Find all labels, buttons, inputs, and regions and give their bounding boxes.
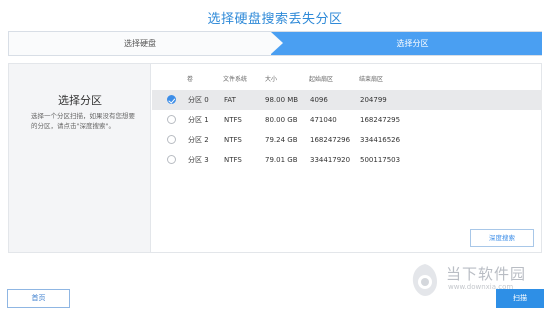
partition-name: 分区 0 xyxy=(188,96,209,104)
watermark-logo-icon xyxy=(412,264,437,296)
header-filesystem: 文件系统 xyxy=(223,76,248,83)
header-size: 大小 xyxy=(265,76,278,83)
step-bar: 选择硬盘 选择分区 xyxy=(8,31,542,56)
header-volume: 卷 xyxy=(187,76,194,83)
sidebar-description: 选择一个分区扫描，如果没有您想要的分区，请点击"深度搜索"。 xyxy=(31,112,135,130)
partition-name: 分区 1 xyxy=(188,116,209,124)
partition-start-sector: 471040 xyxy=(310,116,337,124)
partition-end-sector: 334416526 xyxy=(360,136,401,144)
header-end-sector: 结束扇区 xyxy=(359,76,384,83)
info-sidebar: 选择分区 选择一个分区扫描，如果没有您想要的分区，请点击"深度搜索"。 xyxy=(9,64,151,252)
radio-checked-icon[interactable] xyxy=(167,95,176,104)
table-row[interactable]: 分区 1 NTFS 80.00 GB 471040 168247295 xyxy=(152,110,542,130)
home-button[interactable]: 首页 xyxy=(7,289,70,308)
step-select-partition-label: 选择分区 xyxy=(396,39,429,48)
partition-filesystem: NTFS xyxy=(224,116,242,124)
radio-icon[interactable] xyxy=(167,115,176,124)
partition-filesystem: NTFS xyxy=(224,136,242,144)
radio-icon[interactable] xyxy=(167,135,176,144)
radio-icon[interactable] xyxy=(167,155,176,164)
step-select-disk: 选择硬盘 xyxy=(124,39,156,48)
scan-button[interactable]: 扫描 xyxy=(496,289,544,308)
table-row[interactable]: 分区 2 NTFS 79.24 GB 168247296 334416526 xyxy=(152,130,542,150)
partition-end-sector: 500117503 xyxy=(360,156,401,164)
partition-name: 分区 3 xyxy=(188,156,209,164)
table-header: 卷 文件系统 大小 起始扇区 结束扇区 xyxy=(159,71,539,87)
header-start-sector: 起始扇区 xyxy=(309,76,334,83)
partition-panel: 选择分区 选择一个分区扫描，如果没有您想要的分区，请点击"深度搜索"。 卷 文件… xyxy=(8,63,542,253)
partition-start-sector: 334417920 xyxy=(310,156,351,164)
page-title: 选择硬盘搜索丢失分区 xyxy=(207,12,343,27)
partition-size: 80.00 GB xyxy=(265,116,298,124)
partition-size: 79.24 GB xyxy=(265,136,298,144)
partition-name: 分区 2 xyxy=(188,136,209,144)
partition-end-sector: 204799 xyxy=(360,96,387,104)
partition-end-sector: 168247295 xyxy=(360,116,401,124)
partition-start-sector: 168247296 xyxy=(310,136,351,144)
table-row[interactable]: 分区 3 NTFS 79.01 GB 334417920 500117503 xyxy=(152,150,542,170)
partition-filesystem: NTFS xyxy=(224,156,242,164)
table-row[interactable]: 分区 0 FAT 98.00 MB 4096 204799 xyxy=(152,90,542,110)
deep-search-button[interactable]: 深度搜索 xyxy=(470,229,534,247)
partition-list: 分区 0 FAT 98.00 MB 4096 204799 分区 1 NTFS … xyxy=(152,90,542,170)
partition-size: 79.01 GB xyxy=(265,156,298,164)
step-select-partition: 选择分区 xyxy=(271,32,542,55)
watermark-text: 当下软件园 xyxy=(446,265,527,283)
partition-size: 98.00 MB xyxy=(265,96,299,104)
sidebar-title: 选择分区 xyxy=(58,94,102,107)
partition-start-sector: 4096 xyxy=(310,96,328,104)
partition-filesystem: FAT xyxy=(224,96,236,104)
step-arrow xyxy=(271,32,283,54)
